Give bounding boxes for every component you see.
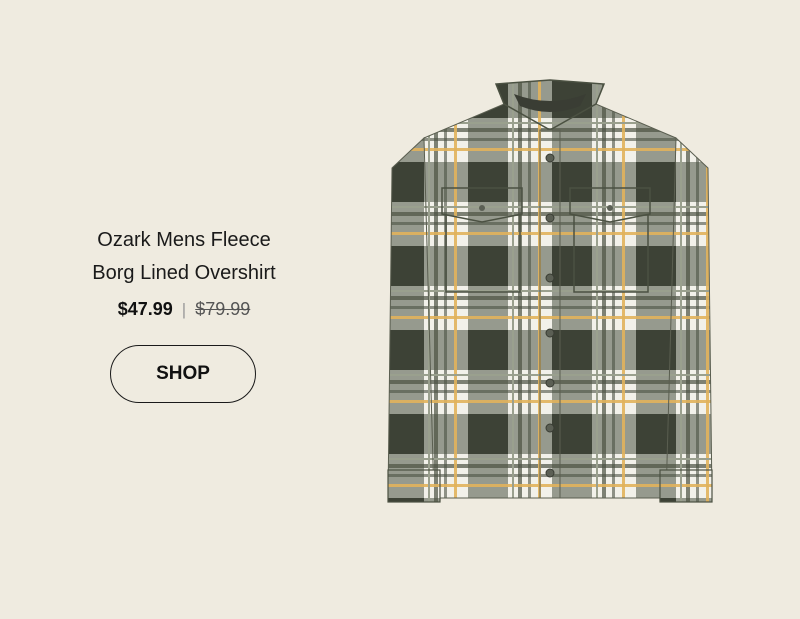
- shop-button[interactable]: SHOP: [110, 345, 256, 403]
- original-price: $79.99: [195, 299, 251, 319]
- price-row: $47.99 | $79.99: [64, 298, 304, 321]
- price-separator: |: [181, 300, 187, 319]
- sale-price: $47.99: [117, 299, 173, 319]
- product-title[interactable]: Ozark Mens Fleece Borg Lined Overshirt: [64, 224, 304, 290]
- product-info: Ozark Mens Fleece Borg Lined Overshirt $…: [64, 224, 304, 321]
- plaid-overshirt-icon: [387, 79, 713, 503]
- product-image[interactable]: [384, 78, 716, 508]
- product-title-line-2[interactable]: Borg Lined Overshirt: [92, 262, 275, 284]
- product-title-line-1[interactable]: Ozark Mens Fleece: [97, 229, 270, 251]
